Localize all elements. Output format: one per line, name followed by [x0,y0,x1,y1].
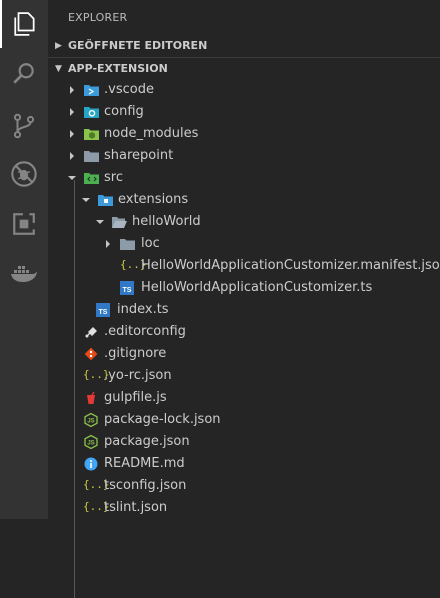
svg-text:TS: TS [123,287,132,294]
tree-item-label: HelloWorldApplicationCustomizer.manifest… [141,258,440,273]
json-icon: {..} [120,258,147,271]
chevron-down-icon: ▼ [55,64,62,74]
config-folder-icon [84,105,99,119]
tree-item-label: tslint.json [104,500,168,515]
tree-item-vscode[interactable]: .vscode [48,79,440,101]
tree-item-label: README.md [104,456,185,471]
tree-item-node-modules[interactable]: node_modules [48,123,440,145]
vscode-folder-icon [84,83,99,97]
chevron-down-icon [94,211,106,233]
tree-item-tslint[interactable]: {..} tslint.json [48,497,440,519]
search-icon[interactable] [0,50,48,98]
src-folder-icon [84,171,99,185]
tree-item-label: loc [141,236,160,251]
chevron-down-icon [66,167,78,189]
json-icon: {..} [83,368,110,381]
gulp-icon [84,391,98,405]
chevron-right-icon [66,123,78,145]
typescript-icon: TS [120,281,134,295]
npm-icon: JS [84,434,98,450]
source-control-icon[interactable] [0,102,48,150]
chevron-right-icon [66,101,78,123]
editorconfig-icon [84,325,98,339]
folder-icon [84,149,99,163]
typescript-icon: TS [96,303,110,317]
tree-item-tsconfig[interactable]: {..} tsconfig.json [48,475,440,497]
debug-icon[interactable] [0,150,48,198]
tree-item-label: tsconfig.json [104,478,187,493]
tree-item-config[interactable]: config [48,101,440,123]
json-icon: {..} [83,478,110,491]
tree-item-extensions[interactable]: extensions [48,189,440,211]
tree-item-package-lock[interactable]: JS package-lock.json [48,409,440,431]
tree-item-label: .editorconfig [104,324,186,339]
tree-item-label: src [104,170,123,185]
chevron-right-icon [66,145,78,167]
tree-item-label: config [104,104,144,119]
project-section[interactable]: ▼ APP-EXTENSION [48,57,440,79]
tree-item-label: .vscode [104,82,154,97]
tree-item-editorconfig[interactable]: .editorconfig [48,321,440,343]
tree-item-label: helloWorld [132,214,201,229]
explorer-icon[interactable] [0,0,48,48]
svg-text:JS: JS [87,441,94,447]
folder-icon [120,237,135,251]
explorer-title: EXPLORER [68,11,128,24]
tree-item-gitignore[interactable]: .gitignore [48,343,440,365]
npm-icon: JS [84,412,98,428]
tree-item-customizer-ts[interactable]: TS HelloWorldApplicationCustomizer.ts [48,277,440,299]
explorer-sidebar: EXPLORER ▶ GEÖFFNETE EDITOREN ▼ APP-EXTE… [48,0,440,598]
tree-item-yo-rc-json[interactable]: {..} .yo-rc.json [48,365,440,387]
folder-open-icon [112,215,127,229]
svg-text:JS: JS [87,419,94,425]
open-editors-label: GEÖFFNETE EDITOREN [68,39,208,52]
svg-text:TS: TS [99,309,108,316]
tree-item-src[interactable]: src [48,167,440,189]
info-icon [84,457,98,471]
extensions-icon[interactable] [0,200,48,248]
tree-item-gulpfile[interactable]: gulpfile.js [48,387,440,409]
tree-item-loc[interactable]: loc [48,233,440,255]
open-editors-section[interactable]: ▶ GEÖFFNETE EDITOREN [48,35,440,57]
tree-item-label: node_modules [104,126,199,141]
tree-item-index-ts[interactable]: TS index.ts [48,299,440,321]
tree-item-label: .gitignore [104,346,167,361]
chevron-down-icon [80,189,92,211]
chevron-right-icon: ▶ [55,41,62,51]
tree-item-label: .yo-rc.json [104,368,172,383]
tree-item-manifest-json[interactable]: {..} HelloWorldApplicationCustomizer.man… [48,255,440,277]
extensions-folder-icon [98,193,113,207]
docker-icon[interactable] [0,250,48,298]
tree-item-label: extensions [118,192,189,207]
tree-item-label: package.json [104,434,190,449]
git-icon [84,347,98,361]
chevron-right-icon [66,79,78,101]
tree-item-label: index.ts [117,302,169,317]
node-folder-icon [84,127,99,141]
json-icon: {..} [83,500,110,513]
tree-item-sharepoint[interactable]: sharepoint [48,145,440,167]
tree-item-package-json[interactable]: JS package.json [48,431,440,453]
tree-item-helloworld[interactable]: helloWorld [48,211,440,233]
tree-item-label: HelloWorldApplicationCustomizer.ts [141,280,373,295]
tree-item-label: gulpfile.js [104,390,167,405]
activity-bar [0,0,48,519]
project-label: APP-EXTENSION [68,62,168,75]
tree-item-readme[interactable]: README.md [48,453,440,475]
file-tree: .vscode config node_modules sharepoint s… [48,79,440,598]
tree-item-label: package-lock.json [104,412,221,427]
chevron-right-icon [102,233,114,255]
tree-item-label: sharepoint [104,148,174,163]
